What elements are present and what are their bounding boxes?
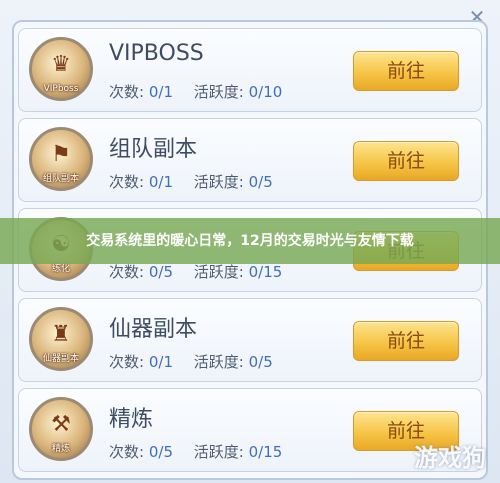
site-watermark: 游戏狗 <box>414 444 486 472</box>
count-value: 0/1 <box>148 353 173 371</box>
activity-title: 仙器副本 <box>109 317 198 342</box>
list-item: ♛ VIPboss VIPBOSS 次数: 0/1 活跃度: 0/10 前往 <box>18 28 482 112</box>
activity-label: 活跃度: <box>193 443 244 461</box>
activity-title: VIPBOSS <box>109 41 204 66</box>
activity-window: ✕ ♛ VIPboss VIPBOSS 次数: 0/1 活跃度: 0/10 前往… <box>0 0 500 483</box>
activity-label: 活跃度: <box>193 263 244 281</box>
activity-title: 精炼 <box>109 407 154 432</box>
go-button[interactable]: 前往 <box>353 321 459 361</box>
activity-stats: 次数: 0/5 活跃度: 0/15 <box>109 261 282 282</box>
activity-value: 0/10 <box>248 83 283 101</box>
activity-stats: 次数: 0/1 活跃度: 0/5 <box>109 171 273 192</box>
activity-title: 组队副本 <box>109 137 198 162</box>
count-value: 0/5 <box>148 443 173 461</box>
refine-icon: ⚒ 精炼 <box>29 397 93 461</box>
count-label: 次数: <box>109 443 145 461</box>
go-button[interactable]: 前往 <box>353 141 459 181</box>
icon-caption: VIPboss <box>43 84 79 94</box>
count-label: 次数: <box>109 83 145 101</box>
count-value: 0/1 <box>148 83 173 101</box>
team-dungeon-icon: ⚑ 组队副本 <box>29 127 93 191</box>
activity-value: 0/5 <box>248 173 273 191</box>
headline-banner: 交易系统里的暖心日常，12月的交易时光与友情下载 <box>0 218 500 264</box>
count-value: 0/5 <box>148 263 173 281</box>
activity-label: 活跃度: <box>193 173 244 191</box>
vipboss-icon: ♛ VIPboss <box>29 37 93 101</box>
activity-label: 活跃度: <box>193 83 244 101</box>
artifact-dungeon-icon: ♜ 仙器副本 <box>29 307 93 371</box>
activity-value: 0/15 <box>248 263 283 281</box>
count-label: 次数: <box>109 173 145 191</box>
activity-value: 0/15 <box>248 443 283 461</box>
activity-stats: 次数: 0/1 活跃度: 0/10 <box>109 81 282 102</box>
count-label: 次数: <box>109 353 145 371</box>
activity-value: 0/5 <box>248 353 273 371</box>
go-button[interactable]: 前往 <box>353 51 459 91</box>
count-label: 次数: <box>109 263 145 281</box>
list-item: ⚑ 组队副本 组队副本 次数: 0/1 活跃度: 0/5 前往 <box>18 118 482 202</box>
list-item: ⚒ 精炼 精炼 次数: 0/5 活跃度: 0/15 前往 <box>18 388 482 472</box>
icon-caption: 仙器副本 <box>42 354 79 364</box>
icon-caption: 精炼 <box>51 444 70 454</box>
activity-stats: 次数: 0/5 活跃度: 0/15 <box>109 441 282 462</box>
icon-caption: 组队副本 <box>42 174 79 184</box>
list-item: ♜ 仙器副本 仙器副本 次数: 0/1 活跃度: 0/5 前往 <box>18 298 482 382</box>
activity-stats: 次数: 0/1 活跃度: 0/5 <box>109 351 273 372</box>
count-value: 0/1 <box>148 173 173 191</box>
activity-label: 活跃度: <box>193 353 244 371</box>
